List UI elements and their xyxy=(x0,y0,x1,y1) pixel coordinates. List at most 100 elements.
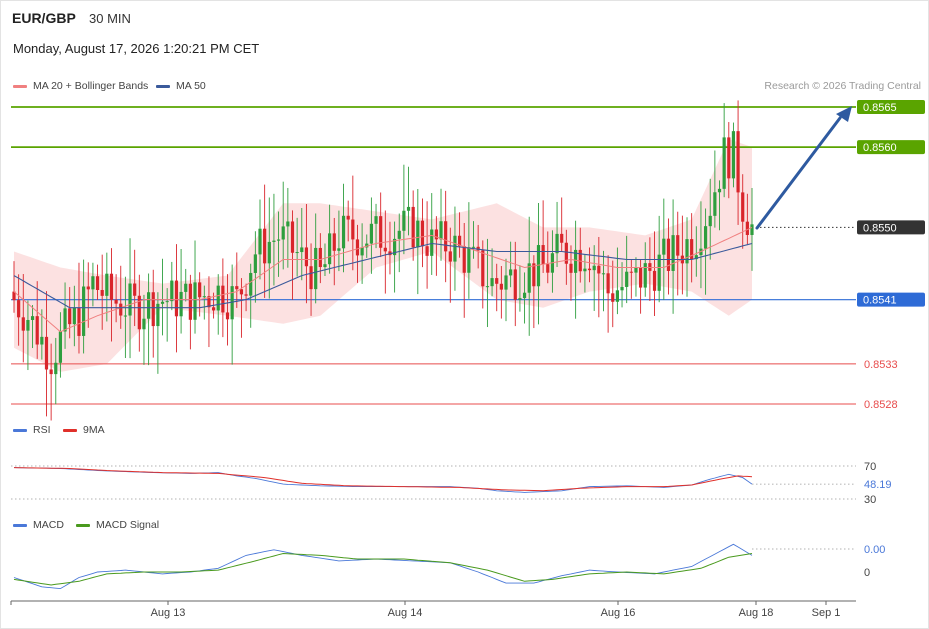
candle-body xyxy=(471,246,476,248)
candle-body xyxy=(309,266,313,290)
candle-body xyxy=(745,221,749,235)
candle-body xyxy=(91,276,95,290)
candle-body xyxy=(286,221,290,227)
candle-body xyxy=(105,273,109,296)
candle-body xyxy=(560,233,564,243)
candle-body xyxy=(481,250,485,287)
candle-body xyxy=(225,312,230,320)
candle-body xyxy=(444,221,448,252)
candle-body xyxy=(272,240,276,242)
candle-body xyxy=(100,289,104,296)
candle-body xyxy=(490,278,494,287)
candle-body xyxy=(462,246,466,273)
candle-body xyxy=(355,239,360,256)
candle-body xyxy=(281,226,285,240)
rsi-current-label: 48.19 xyxy=(864,479,892,491)
candle-body xyxy=(546,264,550,273)
candle-body xyxy=(147,292,151,319)
candle-body xyxy=(397,230,401,239)
candle-body xyxy=(239,289,244,295)
candle-body xyxy=(360,247,364,256)
candle-body xyxy=(26,319,30,331)
candle-body xyxy=(128,283,132,316)
candle-body xyxy=(35,316,39,345)
candle-body xyxy=(290,221,295,253)
forecast-arrow-shaft xyxy=(755,116,842,230)
candle-body xyxy=(346,215,350,220)
candle-body xyxy=(625,271,629,287)
candle-body xyxy=(72,307,76,325)
candle-body xyxy=(615,290,619,302)
candle-body xyxy=(425,246,429,256)
candle-body xyxy=(495,278,499,284)
candle-body xyxy=(193,282,197,320)
candle-body xyxy=(21,317,25,331)
candle-body xyxy=(119,303,123,316)
candle-body xyxy=(179,291,183,317)
candle-body xyxy=(30,316,35,320)
candle-body xyxy=(383,247,387,252)
candle-body xyxy=(314,247,318,290)
candle-body xyxy=(244,294,248,296)
candle-body xyxy=(54,362,58,375)
candle-body xyxy=(304,247,309,267)
candle-body xyxy=(188,283,192,320)
candle-body xyxy=(63,308,67,332)
candle-body xyxy=(629,271,633,273)
candle-body xyxy=(323,264,327,268)
candle-body xyxy=(703,226,708,249)
candle-body xyxy=(555,233,559,254)
candle-body xyxy=(300,247,304,253)
candle-body xyxy=(448,251,452,262)
candle-body xyxy=(731,131,736,179)
candle-body xyxy=(513,269,517,300)
candle-body xyxy=(587,268,592,271)
candle-body xyxy=(597,265,601,274)
candle-body xyxy=(509,269,513,276)
price-chart[interactable]: 0.8565 0.8560 0.8550 0.8541 0.8533 0.8528 70 30… xyxy=(0,0,929,629)
candle-body xyxy=(453,235,457,262)
candle-body xyxy=(601,273,606,275)
candle-body xyxy=(337,248,341,251)
candle-body xyxy=(170,280,174,302)
candle-body xyxy=(662,238,666,255)
candle-body xyxy=(109,273,114,300)
candle-body xyxy=(430,229,434,256)
candle-body xyxy=(44,336,49,370)
macd-current-label: 0.00 xyxy=(864,544,885,556)
candle-body xyxy=(374,216,378,224)
candle-body xyxy=(221,285,225,313)
candle-body xyxy=(198,282,202,298)
candle-body xyxy=(318,247,322,268)
x-tick-label: Aug 18 xyxy=(739,607,774,619)
candle-body xyxy=(634,268,638,273)
candle-body xyxy=(216,285,220,311)
candle-body xyxy=(657,254,661,291)
candle-body xyxy=(95,276,100,290)
candle-body xyxy=(174,280,179,317)
candle-body xyxy=(411,206,415,248)
x-tick-label: Aug 16 xyxy=(601,607,636,619)
candle-body xyxy=(114,299,118,304)
candle-body xyxy=(142,318,146,330)
candle-body xyxy=(40,336,44,345)
candle-body xyxy=(123,315,127,317)
candle-body xyxy=(611,293,615,302)
candle-body xyxy=(485,286,490,288)
candle-body xyxy=(639,268,643,288)
candle-body xyxy=(750,224,754,235)
candle-body xyxy=(606,273,610,294)
candle-body xyxy=(58,331,63,363)
level-label-0.8550: 0.8550 xyxy=(863,222,897,234)
candle-body xyxy=(522,292,527,299)
candle-body xyxy=(328,233,332,265)
candle-body xyxy=(592,265,596,271)
candle-body xyxy=(541,245,545,265)
macd-signal-line xyxy=(13,552,753,586)
level-label-0.8541: 0.8541 xyxy=(863,295,897,307)
candle-body xyxy=(717,188,722,193)
candle-body xyxy=(253,254,257,273)
candle-body xyxy=(406,206,411,211)
candle-body xyxy=(652,270,657,291)
candle-body xyxy=(249,272,253,296)
